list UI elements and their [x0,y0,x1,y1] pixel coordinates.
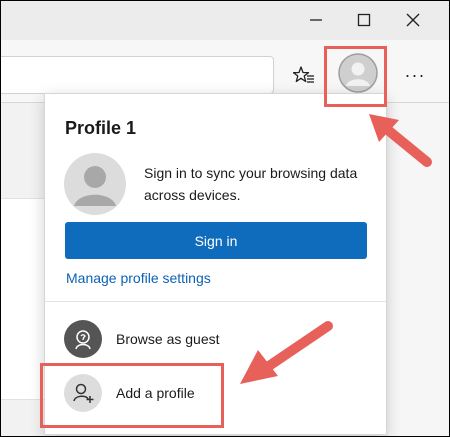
guest-label: Browse as guest [116,331,220,347]
maximize-icon [357,13,371,27]
favorites-button[interactable] [290,61,318,89]
minimize-icon [310,19,322,21]
manage-profile-settings-link[interactable]: Manage profile settings [66,270,211,286]
profile-title: Profile 1 [65,118,137,138]
address-bar[interactable] [0,56,274,94]
more-options-button[interactable]: ··· [400,61,430,89]
maximize-button[interactable] [341,0,387,40]
sign-in-button[interactable]: Sign in [65,222,367,259]
page-side-panel [388,103,450,437]
title-bar [0,0,450,40]
favorites-star-icon [293,66,314,83]
close-icon [406,13,420,27]
add-person-icon [64,374,102,412]
profile-avatar-icon [338,53,378,93]
add-profile-item[interactable]: Add a profile [45,371,386,419]
minimize-button[interactable] [293,0,339,40]
close-button[interactable] [390,0,436,40]
menu-divider [45,301,386,302]
profile-button[interactable] [335,50,381,96]
profile-avatar-icon [64,153,126,215]
browse-as-guest-item[interactable]: Browse as guest [45,317,386,365]
add-profile-label: Add a profile [116,385,195,401]
sign-in-message: Sign in to sync your browsing data acros… [144,165,358,203]
guest-icon [64,320,102,358]
profile-flyout: Profile 1 Sign in to sync your browsing … [44,93,387,435]
